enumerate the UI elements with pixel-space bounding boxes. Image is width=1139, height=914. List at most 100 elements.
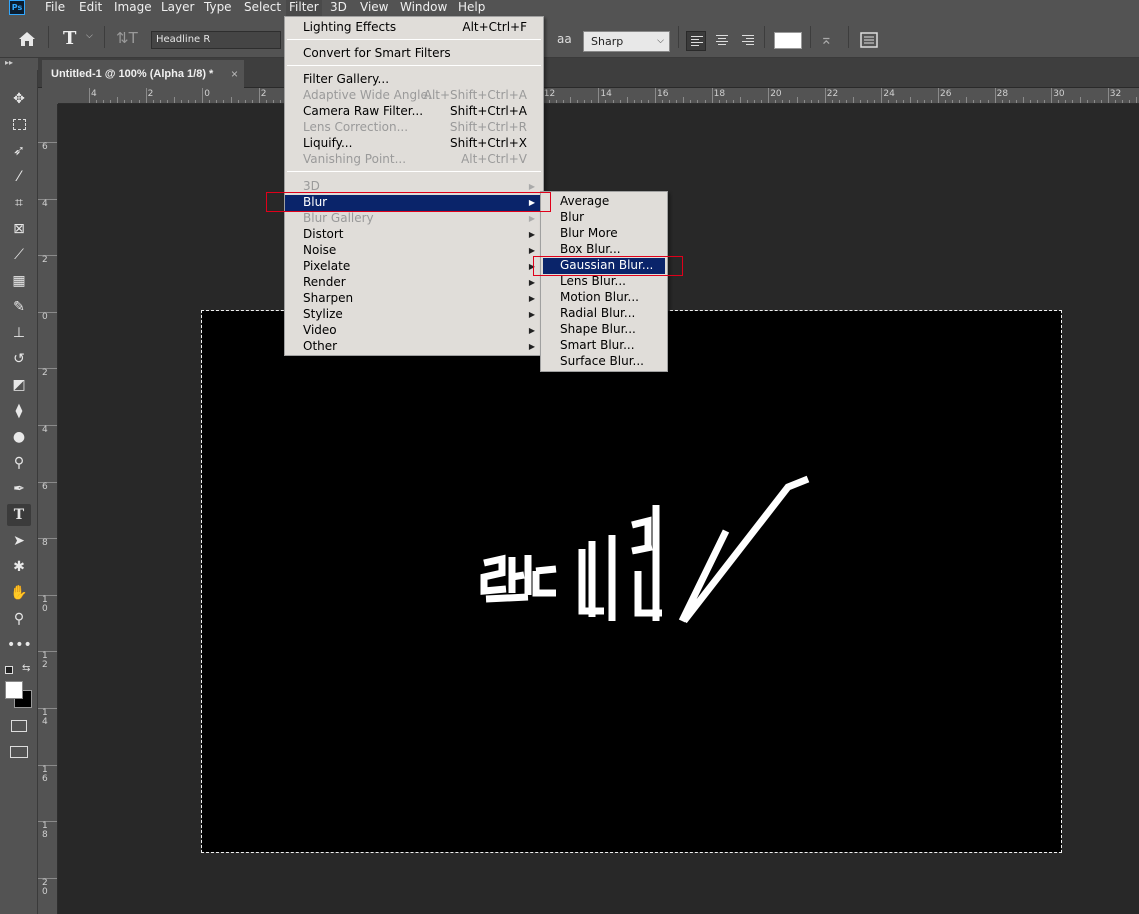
- more-icon[interactable]: •••: [7, 634, 32, 656]
- text-color-swatch[interactable]: [774, 32, 802, 49]
- path-select-icon[interactable]: ➤: [7, 530, 31, 552]
- blur-menu-item-blur-more[interactable]: Blur More: [543, 226, 665, 242]
- menu-type[interactable]: Type: [201, 0, 235, 16]
- document-tab[interactable]: Untitled-1 @ 100% (Alpha 1/8) * ×: [42, 60, 244, 88]
- antialias-select[interactable]: Sharp ⌵: [583, 31, 670, 52]
- ruler-minor-tick: [110, 100, 112, 103]
- antialias-icon: aa: [557, 32, 572, 46]
- filter-menu-item-other[interactable]: Other ▶: [285, 339, 543, 355]
- menu-help[interactable]: Help: [455, 0, 488, 16]
- ruler-label: 4: [91, 89, 97, 99]
- magic-wand-icon[interactable]: ⁄: [7, 166, 31, 188]
- zoom-icon[interactable]: ⚲: [7, 608, 31, 630]
- dodge-icon[interactable]: ⚲: [7, 452, 31, 474]
- quick-mask-icon[interactable]: [11, 720, 27, 732]
- blur-menu-item-smart-blur[interactable]: Smart Blur...: [543, 338, 665, 354]
- blur-menu-item-average[interactable]: Average: [543, 194, 665, 210]
- text-orientation-icon[interactable]: ⇅T: [116, 29, 138, 47]
- submenu-arrow-icon: ▶: [528, 326, 535, 335]
- filter-menu-item-liquify[interactable]: Liquify... Shift+Ctrl+X: [285, 136, 543, 152]
- ruler-minor-tick: [124, 100, 126, 103]
- type-tool-preset-icon[interactable]: T: [63, 28, 76, 49]
- panel-collapse-icon[interactable]: ▸▸: [0, 58, 38, 70]
- healing-icon[interactable]: ▦: [7, 270, 31, 292]
- close-icon[interactable]: ×: [231, 60, 238, 88]
- ruler-minor-tick: [987, 100, 989, 103]
- menu-edit[interactable]: Edit: [76, 0, 105, 16]
- menu-item-label: Stylize: [303, 307, 343, 321]
- menu-filter[interactable]: Filter: [286, 0, 322, 16]
- history-brush-icon[interactable]: ↺: [7, 348, 31, 370]
- pen-icon[interactable]: ✒: [7, 478, 31, 500]
- align-center-button[interactable]: [712, 31, 732, 51]
- ruler-tick: [145, 88, 147, 103]
- shape-icon[interactable]: ✱: [7, 556, 31, 578]
- character-panel-icon[interactable]: [860, 32, 878, 48]
- marquee-icon[interactable]: [7, 114, 31, 136]
- filter-menu-item-stylize[interactable]: Stylize ▶: [285, 307, 543, 323]
- eraser-icon[interactable]: ◩: [7, 374, 31, 396]
- eyedropper-icon[interactable]: ⟋: [7, 244, 31, 266]
- menu-view[interactable]: View: [357, 0, 391, 16]
- home-icon[interactable]: [18, 31, 36, 47]
- ruler-tick: [824, 88, 826, 103]
- menu-item-label: Surface Blur...: [560, 354, 644, 368]
- filter-menu-item-lighting-effects[interactable]: Lighting Effects Alt+Ctrl+F: [285, 20, 543, 36]
- filter-menu-item-sharpen[interactable]: Sharpen ▶: [285, 291, 543, 307]
- ruler-minor-tick: [605, 100, 607, 103]
- ruler-minor-tick: [803, 100, 805, 103]
- bucket-icon[interactable]: ⧫: [7, 400, 31, 422]
- ruler-minor-tick: [838, 100, 840, 103]
- blur-menu-item-motion-blur[interactable]: Motion Blur...: [543, 290, 665, 306]
- filter-menu-item-camera-raw-filter[interactable]: Camera Raw Filter... Shift+Ctrl+A: [285, 104, 543, 120]
- menu-select[interactable]: Select: [241, 0, 284, 16]
- lasso-icon[interactable]: ➶: [7, 140, 31, 162]
- menu-layer[interactable]: Layer: [158, 0, 197, 16]
- filter-menu-item-render[interactable]: Render ▶: [285, 275, 543, 291]
- divider: [848, 26, 849, 48]
- chevron-down-icon[interactable]: ⌵: [86, 31, 93, 41]
- ruler-tick: [994, 88, 996, 103]
- menu-item-label: Blur More: [560, 226, 618, 240]
- menu-file[interactable]: File: [42, 0, 68, 16]
- default-colors-icon[interactable]: [5, 666, 13, 674]
- menu-3d[interactable]: 3D: [327, 0, 350, 16]
- filter-menu-item-convert-for-smart-filters[interactable]: Convert for Smart Filters: [285, 46, 543, 62]
- hand-icon[interactable]: ✋: [7, 582, 31, 604]
- blur-menu-item-shape-blur[interactable]: Shape Blur...: [543, 322, 665, 338]
- screen-mode-icon[interactable]: [10, 746, 28, 758]
- align-left-button[interactable]: [686, 31, 706, 51]
- foreground-color-swatch[interactable]: [5, 681, 23, 699]
- filter-menu-item-video[interactable]: Video ▶: [285, 323, 543, 339]
- blur-menu-item-lens-blur[interactable]: Lens Blur...: [543, 274, 665, 290]
- filter-menu-item-distort[interactable]: Distort ▶: [285, 227, 543, 243]
- ruler-minor-tick: [930, 100, 932, 103]
- blur-drop-icon[interactable]: ●: [7, 426, 31, 448]
- frame-icon[interactable]: ⊠: [7, 218, 31, 240]
- font-family-field[interactable]: Headline R: [151, 31, 281, 49]
- ruler-minor-tick: [718, 100, 720, 103]
- divider: [810, 26, 811, 48]
- crop-icon[interactable]: ⌗: [7, 192, 31, 214]
- filter-menu-item-filter-gallery[interactable]: Filter Gallery...: [285, 72, 543, 88]
- stamp-icon[interactable]: ⊥: [7, 322, 31, 344]
- filter-menu-item-noise[interactable]: Noise ▶: [285, 243, 543, 259]
- submenu-arrow-icon: ▶: [528, 342, 535, 351]
- blur-menu-item-radial-blur[interactable]: Radial Blur...: [543, 306, 665, 322]
- move-icon[interactable]: ✥: [7, 88, 31, 110]
- warp-text-icon[interactable]: ⌅: [820, 30, 833, 48]
- filter-menu-item-pixelate[interactable]: Pixelate ▶: [285, 259, 543, 275]
- menu-image[interactable]: Image: [111, 0, 155, 16]
- type-icon[interactable]: T: [7, 504, 31, 526]
- align-right-button[interactable]: [738, 31, 758, 51]
- ruler-minor-tick: [669, 100, 671, 103]
- blur-menu-item-blur[interactable]: Blur: [543, 210, 665, 226]
- menu-item-shortcut: Shift+Ctrl+R: [449, 120, 527, 134]
- menu-window[interactable]: Window: [397, 0, 450, 16]
- ruler-minor-tick: [796, 97, 798, 103]
- brush-icon[interactable]: ✎: [7, 296, 31, 318]
- ruler-minor-tick: [810, 100, 812, 103]
- swap-colors-icon[interactable]: ⇆: [22, 663, 30, 674]
- blur-menu-item-surface-blur[interactable]: Surface Blur...: [543, 354, 665, 370]
- filter-menu: Lighting Effects Alt+Ctrl+F Convert for Sm…: [284, 16, 544, 356]
